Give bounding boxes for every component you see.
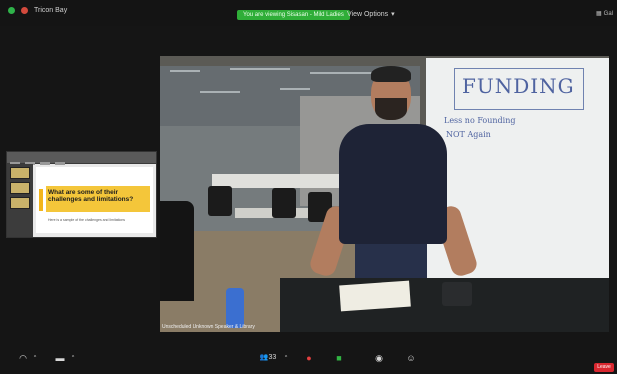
water-bottle xyxy=(226,288,244,328)
office-chair xyxy=(272,188,296,218)
meeting-toolbar: ◠ ^ ▬ ^ 👥33 ^ ● ■ ◉ ☺ xyxy=(0,346,617,374)
headphones-icon[interactable]: ◠ xyxy=(16,352,30,364)
speaker-beard xyxy=(375,98,407,120)
shared-screen-thumbnail[interactable]: What are some of their challenges and li… xyxy=(6,151,157,238)
chevron-up-icon[interactable]: ^ xyxy=(283,352,289,364)
office-chair xyxy=(208,186,232,216)
record-icon[interactable]: ◉ xyxy=(372,352,386,364)
slide-accent-bar xyxy=(39,189,43,211)
chat-icon[interactable]: ● xyxy=(302,352,316,364)
participants-count: 33 xyxy=(268,354,277,361)
top-bar: Tricon Bay You are viewing Sisasan - Mil… xyxy=(0,0,617,26)
foreground-chair xyxy=(160,201,194,301)
notebook xyxy=(339,280,411,312)
gallery-view-button[interactable]: ▦ Gal xyxy=(595,10,613,18)
chevron-up-icon[interactable]: ^ xyxy=(70,352,76,364)
slide-title: What are some of their challenges and li… xyxy=(48,189,134,203)
title-area: Tricon Bay xyxy=(8,7,67,14)
share-screen-icon[interactable]: ■ xyxy=(332,352,346,364)
security-shield-icon[interactable] xyxy=(8,7,15,14)
meeting-title: Tricon Bay xyxy=(34,7,68,14)
slide-panel xyxy=(7,164,33,237)
participants-button[interactable]: 👥33 xyxy=(257,352,279,364)
reactions-icon[interactable]: ☺ xyxy=(404,352,418,364)
grid-icon: ▦ xyxy=(595,11,602,17)
desk-device xyxy=(442,282,472,306)
whiteboard-line: Less no Founding xyxy=(444,116,516,125)
viewing-share-pill: You are viewing Sisasan - Mild Ladies xyxy=(237,10,350,20)
slide-canvas: What are some of their challenges and li… xyxy=(36,167,153,233)
chevron-up-icon[interactable]: ^ xyxy=(32,352,38,364)
speaker-hair xyxy=(371,66,411,82)
recording-dot-icon xyxy=(21,7,28,14)
speaker-name-label: Unscheduled Unknown Speaker & Library xyxy=(162,324,255,330)
view-options-label: View Options xyxy=(347,10,389,18)
gallery-label: Gal xyxy=(603,10,613,17)
video-camera-icon[interactable]: ▬ xyxy=(53,352,67,364)
slide-subtitle: Here is a sample of the challenges and l… xyxy=(48,218,126,222)
whiteboard-title: FUNDING xyxy=(462,74,575,98)
speaker-shirt xyxy=(339,124,447,244)
slide-app-toolbar xyxy=(7,152,156,165)
whiteboard-line: NOT Again xyxy=(446,130,491,139)
leave-button[interactable]: Leave xyxy=(594,363,614,372)
chevron-down-icon: ▾ xyxy=(391,11,395,18)
active-speaker-video[interactable]: FUNDING Less no Founding NOT Again Unsch… xyxy=(160,56,609,332)
speaker-pants xyxy=(355,242,427,282)
zoom-meeting-window: Tricon Bay You are viewing Sisasan - Mil… xyxy=(0,0,617,374)
view-options-button[interactable]: View Options ▾ xyxy=(347,10,395,19)
